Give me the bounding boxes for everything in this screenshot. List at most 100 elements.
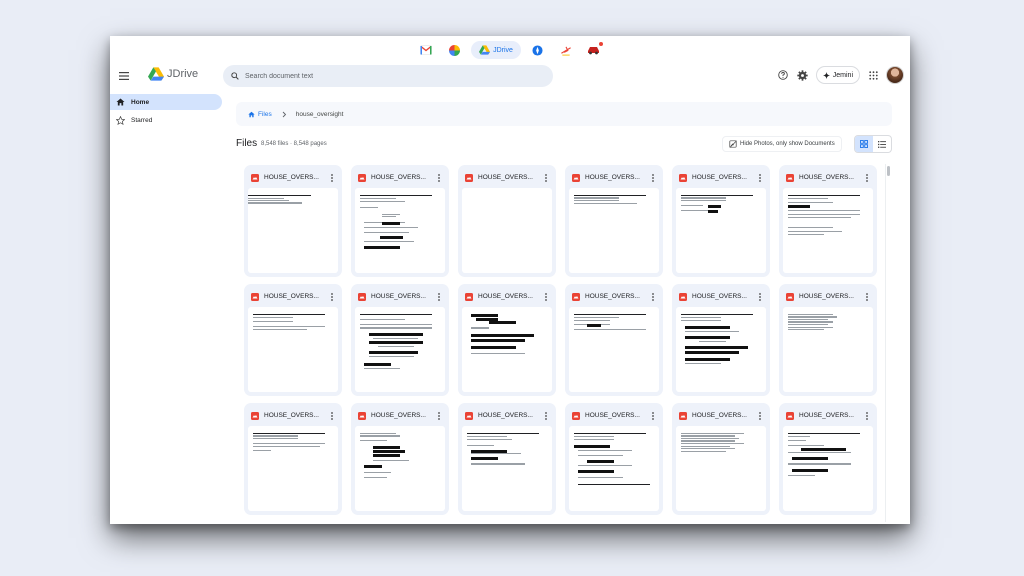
more-options-button[interactable] <box>436 173 442 183</box>
document-thumbnail[interactable] <box>783 188 873 273</box>
document-thumbnail[interactable] <box>676 307 766 392</box>
more-options-button[interactable] <box>329 292 335 302</box>
more-options-button[interactable] <box>436 411 442 421</box>
text-line <box>573 313 646 315</box>
file-card[interactable]: HOUSE_OVERS... <box>351 403 449 515</box>
list-view-button[interactable] <box>873 136 891 152</box>
jemini-button[interactable]: Jemini <box>815 66 860 84</box>
text-line <box>787 318 828 321</box>
dock-plane[interactable] <box>555 41 577 59</box>
text-line <box>359 200 405 202</box>
file-card[interactable]: HOUSE_OVERS... <box>458 403 556 515</box>
file-card-header: HOUSE_OVERS... <box>783 169 873 186</box>
more-options-button[interactable] <box>757 173 763 183</box>
app-logo[interactable]: JDrive <box>148 67 198 81</box>
redaction-bar <box>373 449 405 453</box>
file-card[interactable]: HOUSE_OVERS... <box>244 284 342 396</box>
scrollbar-thumb[interactable] <box>887 166 890 176</box>
document-thumbnail[interactable] <box>462 307 552 392</box>
file-card[interactable]: HOUSE_OVERS... <box>779 284 877 396</box>
document-thumbnail[interactable] <box>783 307 873 392</box>
document-thumbnail[interactable] <box>569 426 659 511</box>
dock-pinwheel[interactable] <box>443 41 465 59</box>
settings-button[interactable] <box>796 68 810 82</box>
more-options-button[interactable] <box>436 292 442 302</box>
more-options-button[interactable] <box>650 173 656 183</box>
document-thumbnail[interactable] <box>783 426 873 511</box>
file-card[interactable]: HOUSE_OVERS... <box>565 165 663 277</box>
file-card[interactable]: HOUSE_OVERS... <box>672 165 770 277</box>
search-input[interactable] <box>245 72 525 80</box>
more-options-button[interactable] <box>864 411 870 421</box>
more-vert-icon <box>866 292 868 301</box>
more-vert-icon <box>331 173 333 182</box>
more-options-button[interactable] <box>543 292 549 302</box>
file-card-header: HOUSE_OVERS... <box>248 288 338 305</box>
hide-photos-label: Hide Photos, only show Documents <box>740 141 835 147</box>
more-options-button[interactable] <box>329 173 335 183</box>
file-name: HOUSE_OVERS... <box>585 412 640 419</box>
document-thumbnail[interactable] <box>569 188 659 273</box>
document-thumbnail[interactable] <box>248 188 338 273</box>
search-bar[interactable] <box>223 65 553 87</box>
file-card[interactable]: HOUSE_OVERS... <box>779 165 877 277</box>
text-line <box>787 216 851 219</box>
document-thumbnail[interactable] <box>462 426 552 511</box>
file-card[interactable]: HOUSE_OVERS... <box>779 403 877 515</box>
document-thumbnail[interactable] <box>248 307 338 392</box>
document-thumbnail[interactable] <box>355 307 445 392</box>
main-menu-button[interactable] <box>116 68 132 84</box>
breadcrumb-current[interactable]: house_oversight <box>296 111 344 118</box>
document-thumbnail[interactable] <box>676 426 766 511</box>
text-line <box>680 445 730 447</box>
more-vert-icon <box>438 173 440 182</box>
dock-car[interactable] <box>583 41 605 59</box>
dock-jdrive[interactable]: JDrive <box>471 41 521 59</box>
document-thumbnail[interactable] <box>355 426 445 511</box>
avatar[interactable] <box>886 66 904 84</box>
more-options-button[interactable] <box>757 292 763 302</box>
file-card-header: HOUSE_OVERS... <box>355 288 445 305</box>
text-line <box>680 437 739 440</box>
text-line <box>680 432 744 434</box>
file-card[interactable]: HOUSE_OVERS... <box>351 284 449 396</box>
document-thumbnail[interactable] <box>676 188 766 273</box>
home-icon <box>248 111 255 117</box>
file-card[interactable]: HOUSE_OVERS... <box>458 284 556 396</box>
scrollbar-track[interactable] <box>885 164 890 522</box>
file-card[interactable]: HOUSE_OVERS... <box>672 284 770 396</box>
more-options-button[interactable] <box>543 411 549 421</box>
file-card-header: HOUSE_OVERS... <box>569 169 659 186</box>
more-options-button[interactable] <box>543 173 549 183</box>
file-card[interactable]: HOUSE_OVERS... <box>458 165 556 277</box>
more-options-button[interactable] <box>329 411 335 421</box>
redaction-bar <box>685 325 730 329</box>
sidebar-item-starred[interactable]: Starred <box>110 112 222 128</box>
dock-compass[interactable] <box>527 41 549 59</box>
more-options-button[interactable] <box>650 292 656 302</box>
document-thumbnail[interactable] <box>248 426 338 511</box>
jdrive-logo-icon <box>148 67 164 81</box>
apps-button[interactable] <box>866 68 880 82</box>
hide-photos-toggle[interactable]: Hide Photos, only show Documents <box>722 136 842 152</box>
grid-view-button[interactable] <box>855 136 873 152</box>
file-card[interactable]: HOUSE_OVERS... <box>244 165 342 277</box>
file-card[interactable]: HOUSE_OVERS... <box>565 284 663 396</box>
file-card[interactable]: HOUSE_OVERS... <box>565 403 663 515</box>
more-options-button[interactable] <box>864 173 870 183</box>
more-options-button[interactable] <box>650 411 656 421</box>
text-line <box>252 435 298 437</box>
document-thumbnail[interactable] <box>569 307 659 392</box>
document-thumbnail[interactable] <box>462 188 552 273</box>
file-card[interactable]: HOUSE_OVERS... <box>244 403 342 515</box>
more-options-button[interactable] <box>864 292 870 302</box>
file-card[interactable]: HOUSE_OVERS... <box>351 165 449 277</box>
help-button[interactable] <box>776 68 790 82</box>
sidebar-item-home[interactable]: Home <box>110 94 222 110</box>
more-options-button[interactable] <box>757 411 763 421</box>
breadcrumb-files[interactable]: Files <box>248 111 272 118</box>
document-thumbnail[interactable] <box>355 188 445 273</box>
dock-gmail[interactable] <box>415 41 437 59</box>
file-card[interactable]: HOUSE_OVERS... <box>672 403 770 515</box>
text-line <box>359 435 400 437</box>
